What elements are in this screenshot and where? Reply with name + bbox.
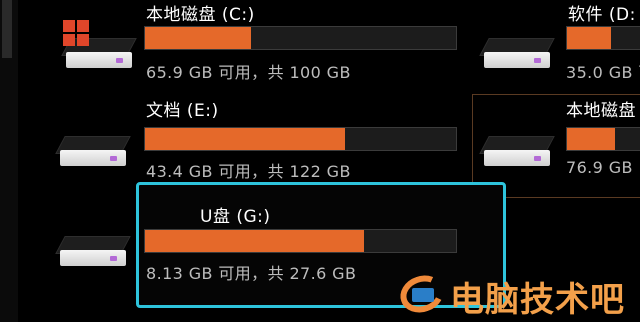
drive-title: 本地磁盘 [566, 101, 636, 121]
drive-free-space: 35.0 GB 可 [566, 63, 640, 82]
drive-tile-e[interactable]: 文档 (E:) 43.4 GB 可用，共 122 GB [0, 94, 470, 184]
drive-title: 本地磁盘 (C:) [146, 5, 255, 25]
drive-free-space: 76.9 GB [566, 158, 633, 177]
drive-usage-bar [144, 26, 457, 50]
hdd-icon [55, 136, 131, 170]
drive-usage-fill [145, 230, 365, 252]
drive-title: 文档 (E:) [146, 101, 219, 121]
drive-usage-bar [566, 26, 640, 50]
watermark: 电脑技术吧 [395, 269, 636, 320]
drive-usage-bar [566, 127, 640, 151]
drive-usage-bar [144, 127, 457, 151]
drive-usage-fill [567, 27, 611, 49]
hdd-icon [479, 136, 555, 170]
drive-usage-fill [145, 128, 346, 150]
drive-free-space: 65.9 GB 可用，共 100 GB [146, 63, 351, 82]
hdd-icon [55, 236, 131, 270]
windows-logo-icon [63, 20, 89, 46]
drive-usage-fill [567, 128, 616, 150]
watermark-logo-icon [395, 269, 449, 319]
drive-free-space: 8.13 GB 可用，共 27.6 GB [146, 264, 357, 283]
drive-usage-fill [145, 27, 252, 49]
hdd-icon [479, 38, 555, 72]
drive-free-space: 43.4 GB 可用，共 122 GB [146, 162, 351, 181]
drive-title: 软件 (D: [568, 5, 636, 25]
watermark-text: 电脑技术吧 [450, 280, 625, 320]
drive-usage-bar [144, 229, 457, 253]
drive-tile-d[interactable]: 软件 (D: 35.0 GB 可 [470, 0, 640, 90]
drive-title: U盘 (G:) [200, 207, 271, 227]
drive-tile-c[interactable]: 本地磁盘 (C:) 65.9 GB 可用，共 100 GB [0, 0, 470, 90]
